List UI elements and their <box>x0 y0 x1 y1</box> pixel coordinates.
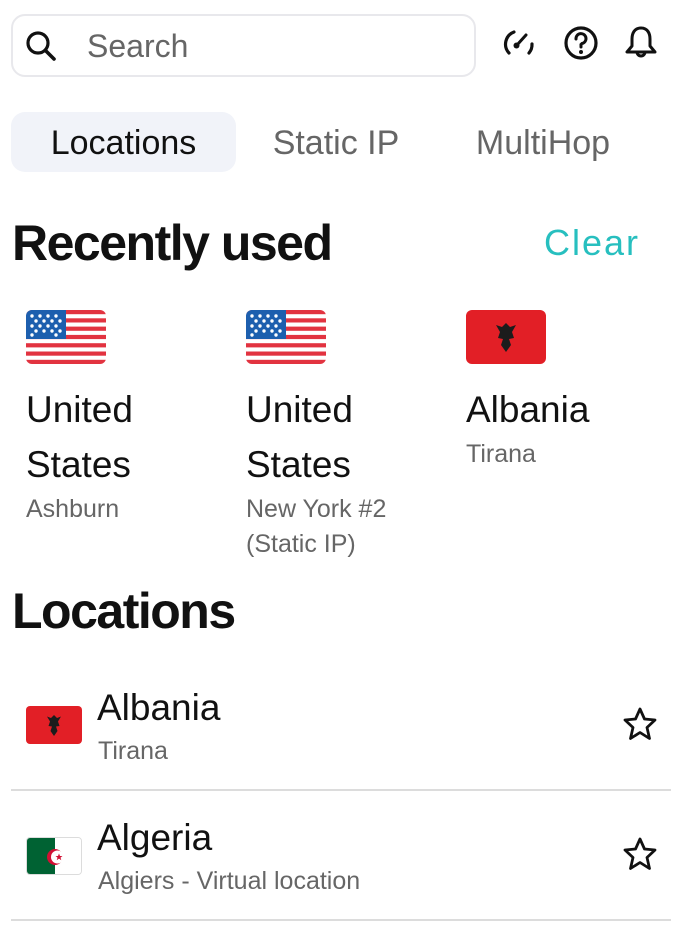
location-city: Algiers - Virtual location <box>98 867 361 895</box>
locations-heading: Locations <box>12 583 236 639</box>
location-country: Albania <box>97 687 221 728</box>
tab-static-ip[interactable]: Static IP <box>251 112 421 172</box>
help-icon[interactable] <box>562 24 600 62</box>
tab-locations[interactable]: Locations <box>11 112 236 172</box>
favorite-star-icon[interactable] <box>621 836 659 874</box>
clear-recent-button[interactable]: Clear <box>544 222 640 264</box>
location-city: Tirana <box>98 737 168 765</box>
speed-test-icon[interactable] <box>500 24 538 62</box>
recent-country: Albania <box>466 389 590 430</box>
recent-country: United States <box>246 382 446 492</box>
recent-item[interactable]: Albania Tirana <box>466 310 666 472</box>
location-row[interactable]: Albania Tirana <box>11 661 671 791</box>
location-row[interactable]: Algeria Algiers - Virtual location <box>11 791 671 921</box>
favorite-star-icon[interactable] <box>621 706 659 744</box>
recent-city: Tirana <box>466 440 536 468</box>
recent-country-line: States <box>26 444 131 485</box>
recent-item[interactable]: United States Ashburn <box>26 310 226 527</box>
recent-city: New York #2 (Static IP) <box>246 492 446 562</box>
search-bar[interactable] <box>11 14 476 77</box>
tab-multihop[interactable]: MultiHop <box>453 112 633 172</box>
recently-used-heading: Recently used <box>12 215 333 271</box>
recent-item[interactable]: United States New York #2 (Static IP) <box>246 310 446 562</box>
search-input[interactable] <box>87 24 467 68</box>
us-flag-icon <box>246 310 326 364</box>
albania-flag-icon <box>26 706 82 744</box>
algeria-flag-icon <box>26 837 82 875</box>
albania-flag-icon <box>466 310 546 364</box>
recent-country: United States <box>26 382 226 492</box>
recent-city-line: (Static IP) <box>246 530 356 558</box>
location-country: Algeria <box>97 817 213 858</box>
notifications-bell-icon[interactable] <box>622 24 660 62</box>
recent-country-line: United <box>246 389 353 430</box>
recent-city: Ashburn <box>26 495 120 523</box>
us-flag-icon <box>26 310 106 364</box>
search-icon <box>25 30 57 62</box>
recent-country-line: States <box>246 444 351 485</box>
recent-country-line: United <box>26 389 133 430</box>
recent-city-line: New York #2 <box>246 495 387 523</box>
